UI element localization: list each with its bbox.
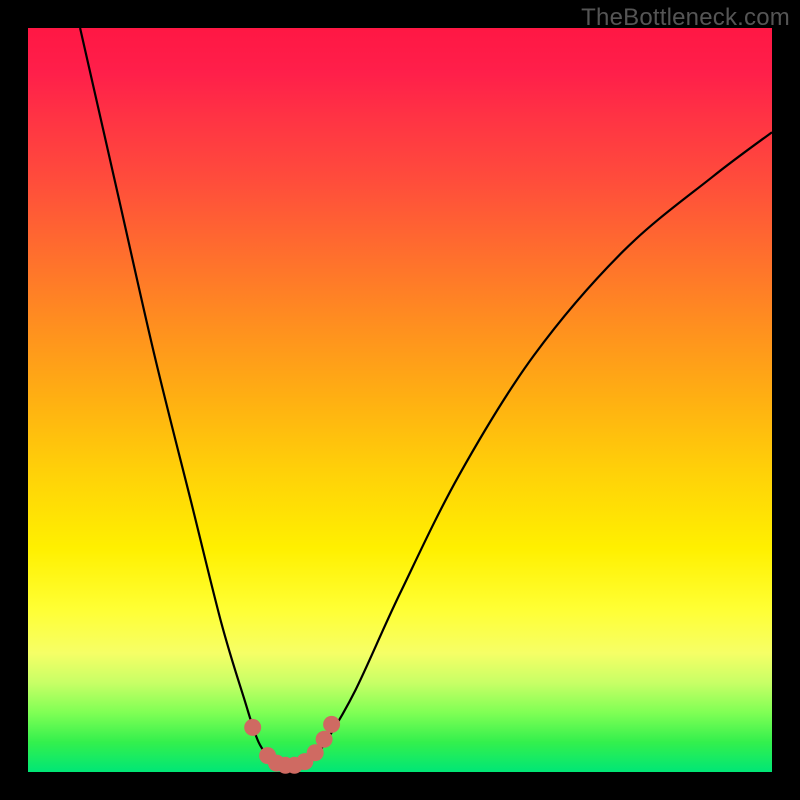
bottleneck-curve (80, 28, 772, 767)
chart-frame: TheBottleneck.com (0, 0, 800, 800)
sweetspot-marker (244, 719, 261, 736)
sweetspot-marker (316, 731, 333, 748)
sweetspot-marker (323, 716, 340, 733)
sweetspot-markers (244, 716, 340, 774)
curve-layer (28, 28, 772, 772)
plot-area (28, 28, 772, 772)
watermark-text: TheBottleneck.com (581, 4, 790, 32)
